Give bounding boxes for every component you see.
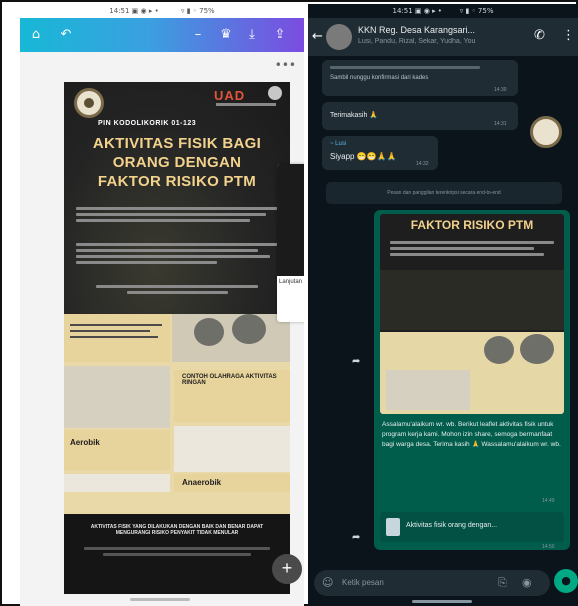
poster-footer: AKTIVITAS FISIK YANG DILAKUKAN DENGAN BA… — [64, 514, 290, 594]
poster-tag: PIN KODOLIKORIK 01-123 — [98, 120, 197, 127]
message-input-bar[interactable]: ☺ Ketik pesan ⎘ ◉ — [314, 570, 550, 596]
emoji-icon[interactable]: ☺ — [322, 576, 333, 589]
message-bubble[interactable]: ~ Lusi Siyapp 😁😁🙏🙏 14:32 — [322, 136, 438, 170]
exercise-illustration — [174, 426, 290, 472]
canva-toolbar: ⌂ ↶ – ♛ ⤓ ⇪ — [20, 18, 304, 52]
message-bubble[interactable]: Terimakasih 🙏 14:31 — [322, 102, 518, 130]
message-text: Siyapp 😁😁🙏🙏 — [330, 152, 397, 161]
message-time: 14:31 — [494, 121, 507, 127]
canva-screen: 14:51 ▣ ◉ ▸ • ▿ ▮ ◦ 75% ⌂ ↶ – ♛ ⤓ ⇪ ••• … — [20, 4, 304, 606]
forward-icon[interactable]: ➦ — [352, 532, 360, 543]
add-call-icon[interactable]: ✆ — [534, 28, 545, 43]
poster-body-text-3 — [76, 282, 278, 297]
tree-illustration — [520, 334, 554, 364]
status-bar-right-text: 14:51 ▣ ◉ ▸ • — [392, 7, 442, 15]
more-icon[interactable]: ••• — [275, 58, 296, 72]
status-bar-left: 14:51 ▣ ◉ ▸ • ▿ ▮ ◦ 75% — [20, 4, 304, 18]
chat-title[interactable]: KKN Reg. Desa Karangsari... — [358, 25, 518, 35]
message-bubble[interactable]: Sambil nunggu konfirmasi dari kades 14:3… — [322, 60, 518, 96]
forwarded-poster-photo — [380, 270, 564, 330]
sender-avatar[interactable] — [530, 116, 562, 148]
document-icon — [386, 518, 400, 536]
poster-footer-lines — [84, 544, 270, 559]
people-illustration — [64, 366, 170, 428]
document-attachment[interactable]: Aktivitas fisik orang dengan... — [380, 512, 564, 542]
back-icon[interactable]: ← — [312, 29, 323, 44]
mic-icon[interactable]: ● — [554, 569, 578, 593]
group-avatar[interactable] — [326, 24, 352, 50]
poster-illustrations: CONTOH OLAHRAGA AKTIVITAS RINGAN Aerobik… — [64, 314, 290, 492]
next-page-label: Lanjutan — [279, 279, 303, 285]
aerobik-box — [64, 430, 170, 470]
poster-page[interactable]: UAD PIN KODOLIKORIK 01-123 AKTIVITAS FIS… — [64, 82, 290, 594]
share-icon[interactable]: ⇪ — [272, 27, 288, 43]
document-time: 14:50 — [542, 544, 555, 550]
home-icon[interactable]: ⌂ — [28, 27, 44, 43]
tree-illustration — [484, 336, 514, 364]
park-illustration — [172, 314, 290, 362]
poster-title-line-1: AKTIVITAS FISIK BAGI — [92, 135, 262, 152]
image-caption: Assalamu'alaikum wr. wb. Berikut leaflet… — [382, 421, 561, 448]
chat-subtitle: Lusi, Pandu, Rizal, Sekar, Yudha, You — [358, 38, 476, 45]
message-text: Terimakasih 🙏 — [330, 112, 379, 119]
runners-illustration — [64, 474, 170, 492]
menu-icon[interactable]: ⋮ — [562, 28, 575, 43]
status-bar-left-text: 14:51 ▣ ◉ ▸ • — [109, 7, 159, 15]
aerobik-label: Aerobik — [70, 438, 100, 447]
poster-footer-text: AKTIVITAS FISIK YANG DILAKUKAN DENGAN BA… — [90, 524, 264, 536]
message-input[interactable]: Ketik pesan — [342, 578, 384, 587]
brand-text: UAD — [214, 88, 246, 103]
seal-icon — [268, 86, 282, 100]
status-bar-left-right: ▿ ▮ ◦ 75% — [180, 7, 215, 15]
crown-icon[interactable]: ♛ — [218, 27, 234, 43]
message-sender: ~ Lusi — [330, 141, 347, 147]
message-text: Sambil nunggu konfirmasi dari kades — [330, 75, 429, 81]
anaerobik-label: Anaerobik — [182, 478, 222, 487]
add-icon[interactable]: + — [272, 554, 302, 584]
poster-title-line-3: FAKTOR RISIKO PTM — [97, 173, 257, 190]
info-line — [70, 336, 158, 338]
whatsapp-screen: 14:51 ▣ ◉ ▸ • ▿ ▮ ◦ 75% ← KKN Reg. Desa … — [308, 4, 578, 606]
info-box-1 — [64, 314, 170, 362]
tree-illustration — [194, 318, 224, 346]
image-message[interactable]: FAKTOR RISIKO PTM Assalamu'alaikum wr. w… — [374, 210, 570, 550]
status-bar-right-right: ▿ ▮ ◦ 75% — [459, 7, 494, 15]
poster-runner-strip — [64, 492, 290, 514]
caption-time: 14:49 — [542, 498, 555, 504]
message-time: 14:32 — [416, 161, 429, 167]
poster-body-text-2 — [76, 240, 278, 267]
people-illustration — [386, 370, 470, 410]
poster-title: AKTIVITAS FISIK BAGI ORANG DENGAN FAKTOR… — [64, 134, 290, 191]
info-line — [70, 324, 162, 326]
contoh-label: CONTOH OLAHRAGA AKTIVITAS RINGAN — [182, 374, 277, 386]
camera-icon[interactable]: ◉ — [522, 576, 532, 589]
minus-icon[interactable]: – — [190, 27, 206, 43]
message-line — [330, 66, 480, 69]
chat-header: ← KKN Reg. Desa Karangsari... Lusi, Pand… — [308, 18, 578, 56]
attach-icon[interactable]: ⎘ — [498, 576, 507, 590]
undo-icon[interactable]: ↶ — [58, 27, 74, 43]
screenshot-frame: 14:51 ▣ ◉ ▸ • ▿ ▮ ◦ 75% ⌂ ↶ – ♛ ⤓ ⇪ ••• … — [0, 0, 578, 606]
home-indicator — [130, 598, 190, 601]
brand-subline — [216, 103, 276, 106]
message-time: 14:30 — [494, 87, 507, 93]
download-icon[interactable]: ⤓ — [244, 27, 260, 43]
poster-title-line-2: ORANG DENGAN — [112, 154, 242, 171]
forwarded-poster-lines — [390, 238, 554, 259]
next-page-image — [277, 164, 304, 276]
poster-header: UAD PIN KODOLIKORIK 01-123 AKTIVITAS FIS… — [64, 82, 290, 314]
status-bar-right: 14:51 ▣ ◉ ▸ • ▿ ▮ ◦ 75% — [308, 4, 578, 18]
system-message: Pesan dan panggilan terenkripsi secara e… — [326, 182, 562, 204]
university-logo — [74, 88, 104, 118]
next-page-preview[interactable]: Lanjutan — [277, 164, 304, 322]
forwarded-poster-image[interactable]: FAKTOR RISIKO PTM — [380, 214, 564, 414]
poster-body-text-1 — [76, 204, 278, 225]
document-name: Aktivitas fisik orang dengan... — [406, 522, 498, 529]
info-line — [70, 330, 150, 332]
tree-illustration — [232, 314, 266, 344]
system-text: Pesan dan panggilan terenkripsi secara e… — [387, 190, 501, 196]
forward-icon[interactable]: ➦ — [352, 356, 360, 367]
home-indicator — [412, 600, 472, 603]
forwarded-poster-title: FAKTOR RISIKO PTM — [410, 218, 534, 232]
